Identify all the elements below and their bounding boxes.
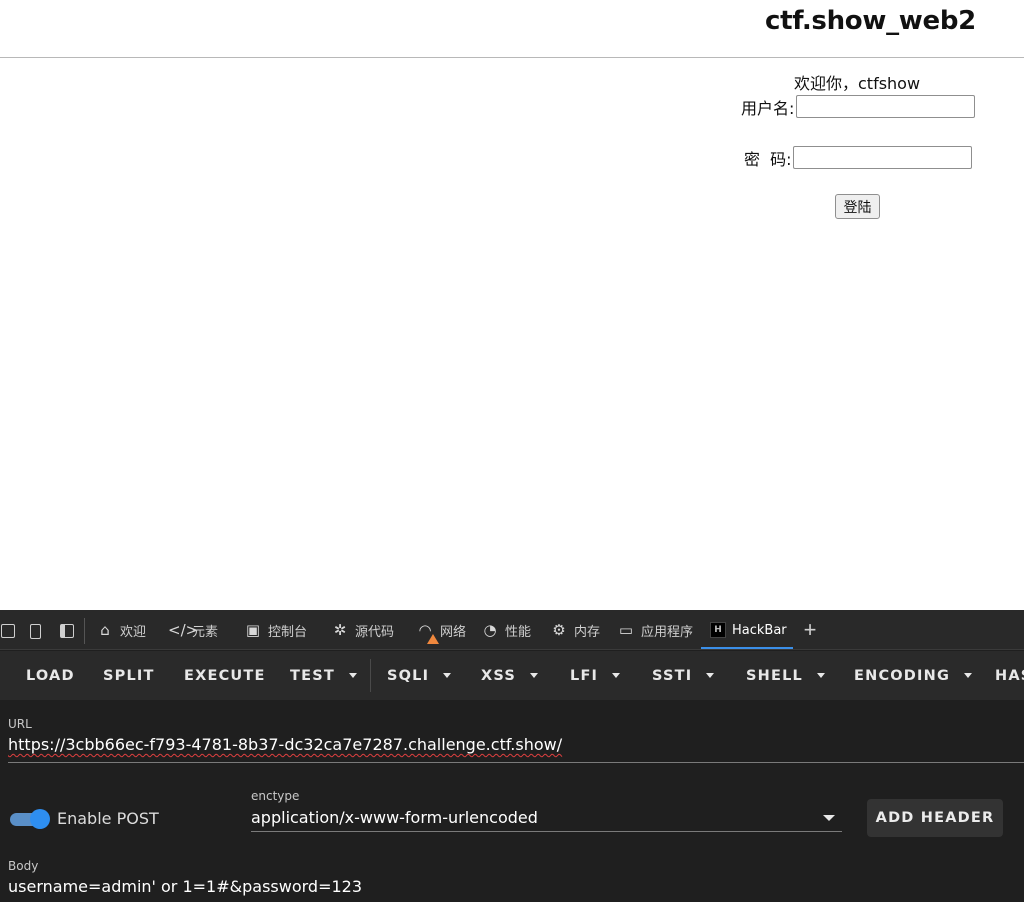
tab-label: HackBar bbox=[732, 622, 787, 638]
username-input[interactable] bbox=[796, 95, 975, 118]
tab-performance[interactable]: ◔ 性能 bbox=[481, 610, 531, 650]
execute-button[interactable]: EXECUTE bbox=[184, 651, 266, 700]
button-label: HAS bbox=[995, 667, 1024, 684]
url-label: URL bbox=[8, 717, 32, 731]
ssti-menu-button[interactable]: SSTI bbox=[652, 651, 715, 700]
toggle-knob bbox=[30, 809, 50, 829]
tab-label: 源代码 bbox=[355, 624, 395, 640]
tab-elements[interactable]: </> 元素 bbox=[168, 610, 218, 650]
header-divider bbox=[0, 57, 1024, 58]
tab-application[interactable]: ▭ 应用程序 bbox=[617, 610, 693, 650]
hashing-menu-button[interactable]: HAS bbox=[995, 651, 1024, 700]
enable-post-toggle[interactable] bbox=[10, 809, 50, 829]
enctype-select[interactable]: application/x-www-form-urlencoded bbox=[251, 808, 538, 827]
xss-menu-button[interactable]: XSS bbox=[481, 651, 539, 700]
sqli-menu-button[interactable]: SQLI bbox=[387, 651, 452, 700]
tab-sources[interactable]: ✲ 源代码 bbox=[331, 610, 394, 650]
tab-welcome[interactable]: ⌂ 欢迎 bbox=[96, 610, 146, 650]
test-menu-button[interactable]: TEST bbox=[290, 651, 357, 700]
add-tab-icon[interactable]: + bbox=[800, 618, 820, 642]
toolbar-divider bbox=[84, 618, 85, 644]
password-input[interactable] bbox=[793, 146, 972, 169]
button-label: SPLIT bbox=[103, 667, 155, 684]
hackbar-toolbar: LOAD SPLIT EXECUTE TEST SQLI XSS LFI SST… bbox=[0, 651, 1024, 700]
tab-label: 内存 bbox=[574, 624, 601, 640]
body-label: Body bbox=[8, 859, 39, 873]
encoding-menu-button[interactable]: ENCODING bbox=[854, 651, 973, 700]
enable-post-label: Enable POST bbox=[57, 809, 159, 828]
warning-icon bbox=[427, 634, 439, 644]
add-header-button[interactable]: ADD HEADER bbox=[867, 799, 1003, 837]
devtools-panel: ⌂ 欢迎 </> 元素 ▣ 控制台 ✲ 源代码 ◠ 网络 ◔ 性能 ⚙ 内存 ▭… bbox=[0, 610, 1024, 902]
dropdown-arrow-icon[interactable] bbox=[823, 815, 835, 821]
button-label: EXECUTE bbox=[184, 667, 266, 684]
code-icon: </> bbox=[168, 621, 199, 639]
tab-label: 欢迎 bbox=[120, 624, 147, 640]
console-icon: ▣ bbox=[245, 621, 261, 639]
caret-down-icon bbox=[348, 673, 357, 678]
tab-label: 应用程序 bbox=[641, 624, 694, 640]
dock-side-icon[interactable] bbox=[60, 624, 74, 638]
hackbar-body: URL https://3cbb66ec-f793-4781-8b37-dc32… bbox=[0, 700, 1024, 902]
devtools-tab-strip: ⌂ 欢迎 </> 元素 ▣ 控制台 ✲ 源代码 ◠ 网络 ◔ 性能 ⚙ 内存 ▭… bbox=[0, 610, 1024, 650]
tab-console[interactable]: ▣ 控制台 bbox=[244, 610, 307, 650]
welcome-text: 欢迎你，ctfshow bbox=[794, 74, 921, 93]
caret-down-icon bbox=[612, 673, 621, 678]
url-input-underline bbox=[8, 762, 1024, 763]
caret-down-icon bbox=[706, 673, 715, 678]
shell-menu-button[interactable]: SHELL bbox=[746, 651, 825, 700]
enctype-underline bbox=[251, 831, 842, 832]
tab-network[interactable]: ◠ 网络 bbox=[416, 610, 466, 650]
caret-down-icon bbox=[443, 673, 452, 678]
bug-icon: ✲ bbox=[333, 621, 347, 639]
hackbar-logo-icon: H bbox=[710, 622, 726, 638]
tab-hackbar[interactable]: H HackBar bbox=[710, 610, 787, 650]
load-button[interactable]: LOAD bbox=[26, 651, 75, 700]
button-label: SHELL bbox=[746, 667, 803, 684]
window-icon: ▭ bbox=[618, 621, 634, 639]
caret-down-icon bbox=[964, 673, 973, 678]
toolbar-divider bbox=[370, 659, 371, 692]
tab-label: 控制台 bbox=[268, 624, 308, 640]
chip-icon: ⚙ bbox=[552, 621, 566, 639]
body-input[interactable]: username=admin' or 1=1#&password=123 bbox=[8, 877, 362, 896]
button-label: ENCODING bbox=[854, 667, 951, 684]
tab-label: 性能 bbox=[505, 624, 532, 640]
username-label: 用户名: bbox=[741, 99, 795, 118]
device-emulation-icon[interactable] bbox=[30, 624, 41, 639]
page-title: ctf.show_web2 bbox=[765, 6, 976, 36]
url-input[interactable]: https://3cbb66ec-f793-4781-8b37-dc32ca7e… bbox=[8, 735, 562, 754]
enctype-label: enctype bbox=[251, 789, 300, 803]
tab-label: 网络 bbox=[440, 624, 467, 640]
split-button[interactable]: SPLIT bbox=[103, 651, 155, 700]
caret-down-icon bbox=[816, 673, 825, 678]
browser-window: ctf.show_web2 欢迎你，ctfshow 用户名: 密 码: 登陆 ⌂… bbox=[0, 0, 1024, 902]
button-label: SSTI bbox=[652, 667, 693, 684]
button-label: TEST bbox=[290, 667, 335, 684]
gauge-icon: ◔ bbox=[483, 621, 497, 639]
button-label: XSS bbox=[481, 667, 517, 684]
password-label: 密 码: bbox=[744, 150, 792, 169]
login-button[interactable]: 登陆 bbox=[835, 194, 880, 219]
caret-down-icon bbox=[530, 673, 539, 678]
button-label: LFI bbox=[570, 667, 599, 684]
active-tab-indicator bbox=[701, 647, 793, 649]
lfi-menu-button[interactable]: LFI bbox=[570, 651, 621, 700]
tab-memory[interactable]: ⚙ 内存 bbox=[550, 610, 600, 650]
inspect-element-icon[interactable] bbox=[1, 624, 15, 638]
button-label: SQLI bbox=[387, 667, 430, 684]
home-icon: ⌂ bbox=[100, 621, 110, 639]
tab-label: 元素 bbox=[192, 624, 219, 640]
button-label: LOAD bbox=[26, 667, 75, 684]
